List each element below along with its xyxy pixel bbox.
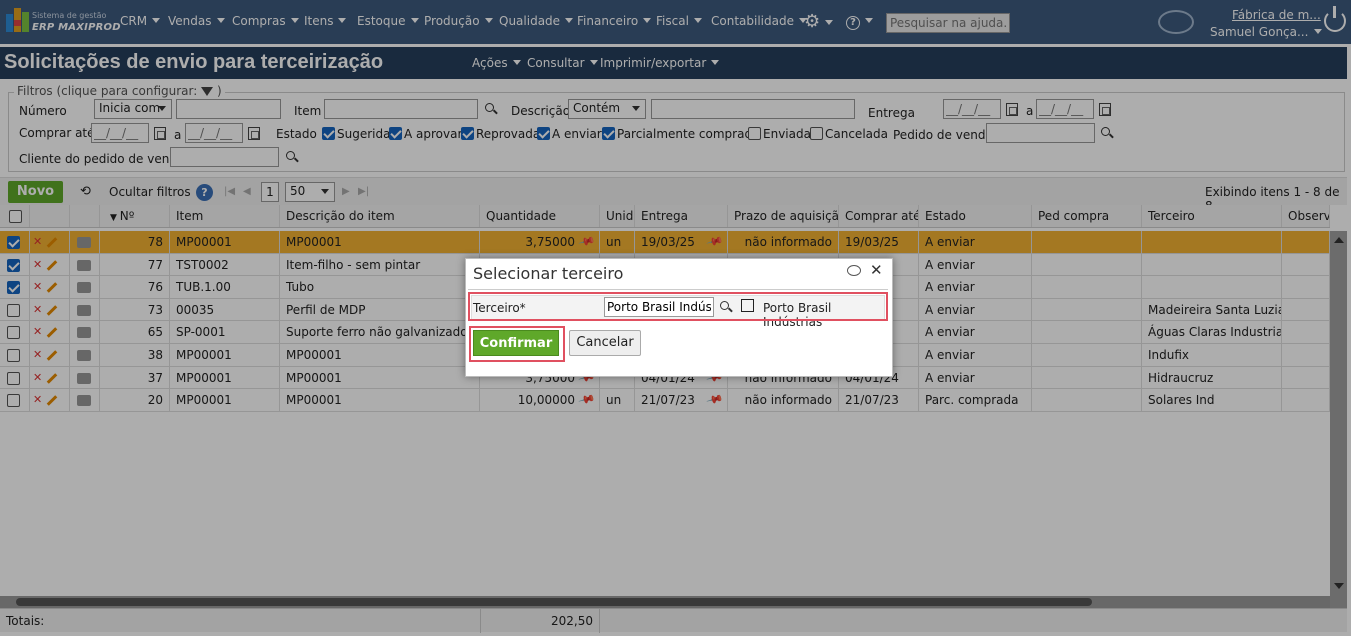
dialog-title: Selecionar terceiro: [473, 264, 624, 283]
chat-icon[interactable]: [847, 265, 861, 276]
cancelar-button[interactable]: Cancelar: [569, 330, 641, 356]
close-icon[interactable]: ✕: [870, 261, 883, 279]
selecionar-terceiro-dialog: Selecionar terceiro ✕ Terceiro* Porto Br…: [465, 258, 893, 377]
highlight-box: [469, 326, 565, 362]
highlight-box: [468, 292, 888, 321]
